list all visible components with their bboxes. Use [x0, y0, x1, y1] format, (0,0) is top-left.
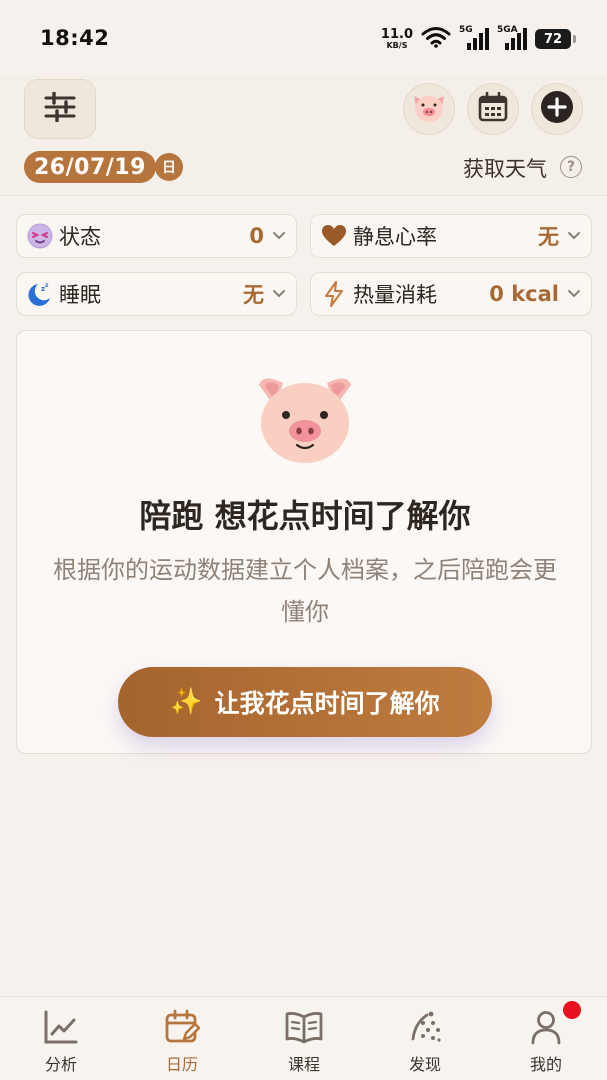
calendar-button[interactable] [467, 83, 519, 135]
nav-tab-discover[interactable]: 发现 [380, 1007, 470, 1075]
network-speed-unit: KB/S [386, 41, 408, 50]
network-speed: 11.0 KB/S [381, 28, 413, 50]
sliders-icon [43, 91, 77, 126]
date-selector[interactable]: 26/07/19 [24, 151, 156, 183]
nav-tab-calendar[interactable]: 日历 [137, 1007, 227, 1075]
metric-value: 无 [243, 283, 264, 307]
get-weather-link[interactable]: 获取天气 [463, 153, 547, 183]
metric-value: 无 [538, 225, 559, 249]
lightning-icon [321, 281, 347, 307]
onboarding-description: 根据你的运动数据建立个人档案，之后陪跑会更懂你 [53, 556, 557, 626]
wifi-icon [421, 26, 451, 52]
chart-icon [41, 1007, 81, 1047]
day-view-badge[interactable]: 日 [155, 153, 183, 181]
metric-label: 睡眠 [59, 283, 101, 307]
svg-text:z: z [45, 282, 49, 289]
app-screen: 18:42 11.0 KB/S 5G 5GA 72 26/07/19 日 获取天… [0, 0, 607, 1080]
notification-dot [563, 1001, 581, 1019]
metric-card-resting-heart-rate[interactable]: 静息心率 无 [310, 214, 592, 258]
metric-card-status[interactable]: 状态 0 [16, 214, 297, 258]
cellular-signal-5ga-icon: 5GA [497, 25, 527, 51]
sparkles-icon: ✨ [170, 687, 203, 717]
onboarding-card: 陪跑 想花点时间了解你 根据你的运动数据建立个人档案，之后陪跑会更懂你 ✨ 让我… [16, 330, 592, 754]
bottom-navigation: 分析 日历 课程 发现 我的 [0, 996, 607, 1080]
plus-circle-icon [540, 90, 574, 128]
profile-icon [526, 1007, 566, 1047]
status-bar: 18:42 11.0 KB/S 5G 5GA 72 [0, 0, 607, 76]
metric-value: 0 [249, 224, 264, 248]
discover-icon [405, 1007, 445, 1047]
calendar-edit-icon [162, 1007, 202, 1047]
filter-button[interactable] [24, 79, 96, 139]
nav-label: 分析 [44, 1055, 77, 1074]
cellular-signal-5g-icon: 5G [459, 25, 489, 51]
metric-label: 状态 [59, 225, 101, 249]
calendar-icon [478, 91, 508, 126]
metric-label: 静息心率 [353, 225, 437, 249]
metric-card-calories[interactable]: 热量消耗 0 kcal [310, 272, 592, 316]
app-header: 26/07/19 日 获取天气 ? [0, 76, 607, 196]
nav-tab-analysis[interactable]: 分析 [16, 1007, 106, 1075]
help-icon[interactable]: ? [560, 156, 582, 178]
add-button[interactable] [531, 83, 583, 135]
metric-card-sleep[interactable]: z z 睡眠 无 [16, 272, 297, 316]
network-speed-value: 11.0 [380, 27, 413, 42]
heart-icon [321, 223, 347, 249]
metric-label: 热量消耗 [353, 283, 437, 307]
battery-indicator: 72 [535, 29, 576, 49]
chevron-down-icon [272, 229, 286, 243]
nav-tab-profile[interactable]: 我的 [501, 1001, 591, 1075]
pig-mascot-icon [253, 371, 357, 465]
cta-label: 让我花点时间了解你 [214, 689, 440, 718]
pig-avatar-icon [410, 90, 448, 128]
sleep-moon-icon: z z [27, 281, 53, 307]
status-icons: 11.0 KB/S 5G 5GA 72 [381, 24, 576, 54]
status-face-icon [27, 223, 53, 249]
nav-label: 日历 [165, 1055, 198, 1074]
onboarding-title: 陪跑 想花点时间了解你 [139, 497, 471, 535]
book-icon [284, 1007, 324, 1047]
get-to-know-you-button[interactable]: ✨ 让我花点时间了解你 [118, 667, 492, 737]
chevron-down-icon [272, 287, 286, 301]
nav-label: 我的 [529, 1055, 562, 1074]
chevron-down-icon [567, 287, 581, 301]
status-time: 18:42 [40, 26, 110, 50]
metric-value: 0 kcal [489, 282, 559, 306]
nav-tab-courses[interactable]: 课程 [259, 1007, 349, 1075]
nav-label: 发现 [408, 1055, 441, 1074]
nav-label: 课程 [287, 1055, 320, 1074]
chevron-down-icon [567, 229, 581, 243]
pig-avatar-button[interactable] [403, 83, 455, 135]
